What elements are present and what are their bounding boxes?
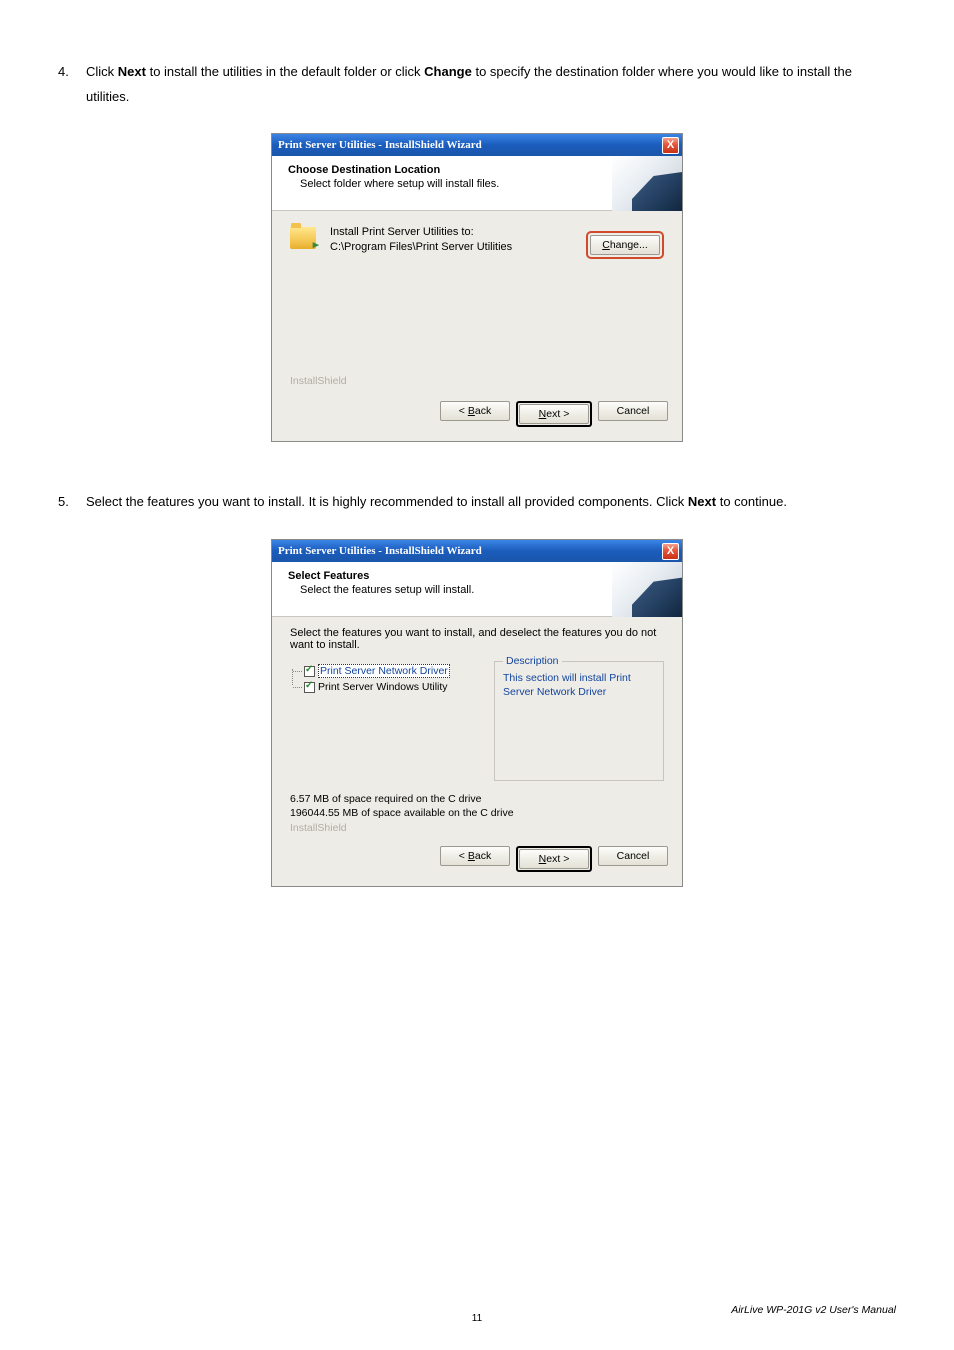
header-title: Select Features [288, 570, 474, 582]
underline: B [468, 405, 475, 417]
dialog-button-row: < Back Next > Cancel [272, 842, 682, 886]
header-art-icon [612, 562, 682, 617]
step-4-text: Click Next to install the utilities in t… [86, 60, 896, 109]
page-number: 11 [472, 1313, 482, 1324]
space-info: 6.57 MB of space required on the C drive… [290, 793, 664, 820]
header-subtitle: Select the features setup will install. [300, 584, 474, 596]
folder-icon [290, 227, 316, 249]
underline: B [468, 850, 475, 862]
feature-item-network-driver[interactable]: Print Server Network Driver [304, 663, 480, 679]
header-title: Choose Destination Location [288, 164, 499, 176]
dialog-2-container: Print Server Utilities - InstallShield W… [58, 539, 896, 887]
select-features-dialog: Print Server Utilities - InstallShield W… [271, 539, 683, 887]
text-bold: Next [688, 494, 716, 509]
dialog-header-text: Choose Destination Location Select folde… [272, 156, 499, 210]
change-button-highlight: Change... [586, 231, 664, 259]
feature-instruction: Select the features you want to install,… [290, 627, 664, 651]
feature-item-windows-utility[interactable]: Print Server Windows Utility [304, 679, 480, 695]
cancel-button[interactable]: Cancel [598, 401, 668, 421]
dialog-1-container: Print Server Utilities - InstallShield W… [58, 133, 896, 442]
checkbox-icon[interactable] [304, 682, 315, 693]
next-button-focus: Next > [516, 846, 592, 872]
install-folder-row: Install Print Server Utilities to: C:\Pr… [290, 225, 664, 375]
feature-label: Print Server Windows Utility [318, 681, 448, 693]
install-destination-dialog: Print Server Utilities - InstallShield W… [271, 133, 683, 442]
close-icon[interactable]: X [662, 137, 679, 154]
text: ack [475, 850, 491, 862]
dialog-header: Select Features Select the features setu… [272, 562, 682, 617]
step-4-num: 4. [58, 60, 86, 109]
titlebar[interactable]: Print Server Utilities - InstallShield W… [272, 134, 682, 156]
dialog-button-row: < Back Next > Cancel [272, 397, 682, 441]
text: to install the utilities in the default … [146, 64, 424, 79]
header-art-icon [612, 156, 682, 211]
page-num-wrap: 11 [58, 1308, 896, 1326]
back-button[interactable]: < Back [440, 401, 510, 421]
dialog-content: Select the features you want to install,… [272, 617, 682, 842]
text: to continue. [716, 494, 787, 509]
checkbox-icon[interactable] [304, 666, 315, 677]
space-required: 6.57 MB of space required on the C drive [290, 793, 664, 807]
cancel-button[interactable]: Cancel [598, 846, 668, 866]
header-subtitle: Select folder where setup will install f… [300, 178, 499, 190]
dialog-header: Choose Destination Location Select folde… [272, 156, 682, 211]
page-footer: AirLive WP-201G v2 User's Manual 11 [58, 1304, 896, 1326]
text: hange... [610, 239, 648, 251]
underline: C [602, 239, 610, 251]
close-icon[interactable]: X [662, 543, 679, 560]
folder-icon-wrap [290, 225, 320, 249]
feature-label-selected: Print Server Network Driver [318, 664, 450, 678]
step-5: 5. Select the features you want to insta… [58, 490, 896, 515]
features-row: Print Server Network Driver Print Server… [290, 661, 664, 781]
text: Click [86, 64, 118, 79]
next-button-focus: Next > [516, 401, 592, 427]
dialog-header-text: Select Features Select the features setu… [272, 562, 474, 616]
step-4: 4. Click Next to install the utilities i… [58, 60, 896, 109]
next-button[interactable]: Next > [519, 404, 589, 424]
description-box: Description This section will install Pr… [494, 661, 664, 781]
description-body: This section will install Print Server N… [503, 672, 655, 699]
text-bold: Change [424, 64, 472, 79]
back-button[interactable]: < Back [440, 846, 510, 866]
text: < [459, 850, 468, 862]
next-button[interactable]: Next > [519, 849, 589, 869]
description-title: Description [503, 655, 562, 667]
text: Select the features you want to install.… [86, 494, 688, 509]
change-button[interactable]: Change... [590, 235, 660, 255]
space-available: 196044.55 MB of space available on the C… [290, 807, 664, 821]
installshield-label: InstallShield [290, 822, 664, 834]
step-5-text: Select the features you want to install.… [86, 490, 787, 515]
feature-tree[interactable]: Print Server Network Driver Print Server… [290, 661, 480, 781]
titlebar-text: Print Server Utilities - InstallShield W… [278, 545, 482, 557]
titlebar-text: Print Server Utilities - InstallShield W… [278, 139, 482, 151]
installshield-label: InstallShield [290, 375, 664, 387]
text: < [459, 405, 468, 417]
dialog-content: Install Print Server Utilities to: C:\Pr… [272, 211, 682, 397]
text: ext > [546, 408, 569, 420]
text: ack [475, 405, 491, 417]
text: ext > [546, 853, 569, 865]
text-bold: Next [118, 64, 146, 79]
step-5-num: 5. [58, 490, 86, 515]
titlebar[interactable]: Print Server Utilities - InstallShield W… [272, 540, 682, 562]
